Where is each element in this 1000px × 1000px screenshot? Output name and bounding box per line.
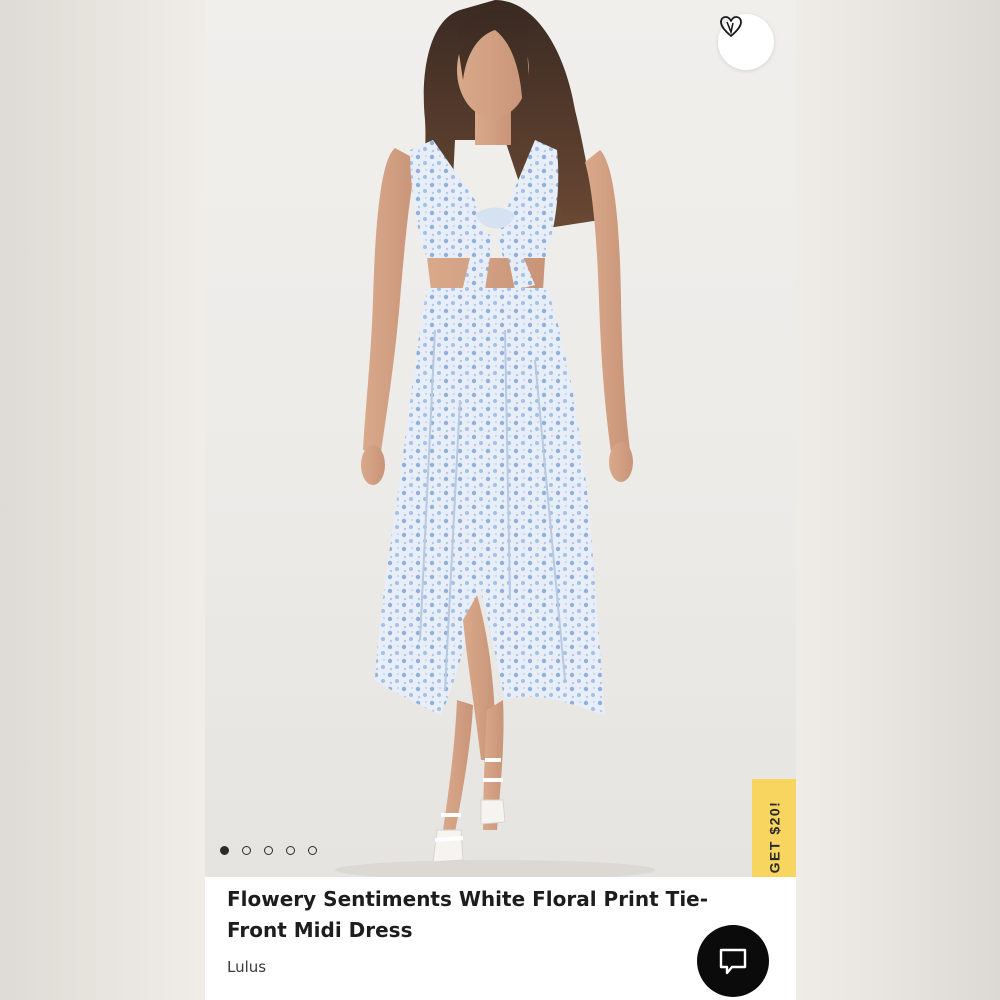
promo-tab[interactable]: GET $20! bbox=[752, 779, 796, 877]
gallery-dot-2[interactable] bbox=[242, 846, 251, 855]
gallery-dot-3[interactable] bbox=[264, 846, 273, 855]
gallery-dot-4[interactable] bbox=[286, 846, 295, 855]
product-image[interactable]: GET $20! bbox=[205, 0, 796, 877]
product-brand[interactable]: Lulus bbox=[227, 958, 747, 976]
gallery-dot-1[interactable] bbox=[220, 846, 229, 855]
promo-label: GET $20! bbox=[766, 800, 783, 874]
gallery-pagination bbox=[220, 846, 317, 855]
chat-button[interactable] bbox=[697, 925, 769, 997]
product-title: Flowery Sentiments White Floral Print Ti… bbox=[227, 887, 709, 942]
gallery-dot-5[interactable] bbox=[308, 846, 317, 855]
chat-bubble-icon bbox=[719, 948, 747, 975]
heart-icon bbox=[720, 16, 742, 37]
blurred-background-left bbox=[0, 0, 205, 1000]
blurred-background-right bbox=[796, 0, 1000, 1000]
model-illustration bbox=[335, 0, 655, 877]
product-info: Flowery Sentiments White Floral Print Ti… bbox=[227, 884, 747, 976]
product-card: GET $20! Flowery Sentiments White Floral… bbox=[205, 0, 796, 1000]
favorite-button[interactable] bbox=[718, 14, 774, 70]
